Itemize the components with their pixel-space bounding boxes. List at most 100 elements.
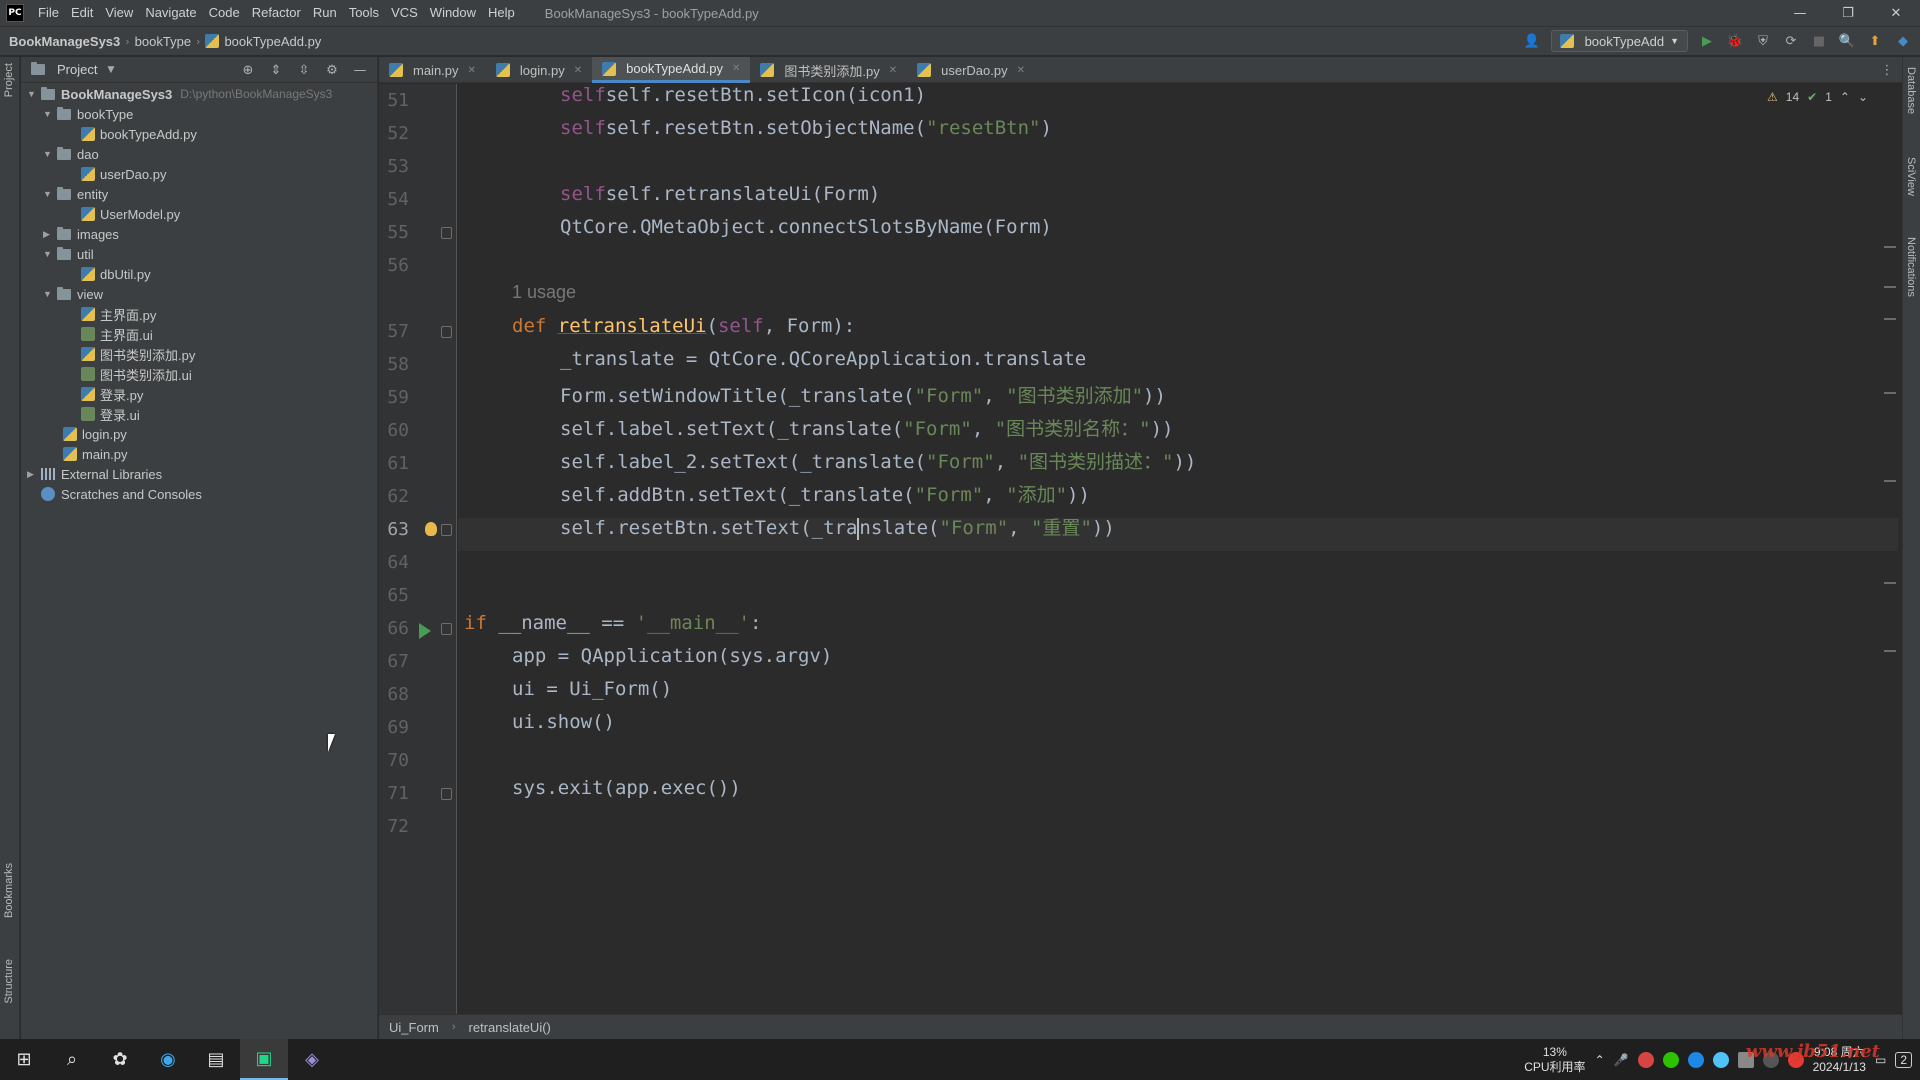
- run-configuration-selector[interactable]: bookTypeAdd ▼: [1550, 30, 1688, 52]
- tree-folder-entity[interactable]: ▼ entity: [43, 184, 108, 204]
- menu-tools[interactable]: Tools: [343, 0, 385, 26]
- tree-file-userdao[interactable]: userDao.py: [81, 164, 166, 184]
- scroll-marker[interactable]: [1884, 582, 1896, 584]
- run-icon[interactable]: ▶: [1698, 32, 1716, 50]
- chevron-down-icon[interactable]: ▼: [43, 249, 57, 259]
- menu-help[interactable]: Help: [482, 0, 521, 26]
- menu-file[interactable]: File: [32, 0, 65, 26]
- menu-code[interactable]: Code: [203, 0, 246, 26]
- bookmarks-tool-window-button[interactable]: Bookmarks: [3, 863, 15, 918]
- menu-run[interactable]: Run: [307, 0, 343, 26]
- tree-external-libraries[interactable]: ▶ External Libraries: [27, 464, 162, 484]
- edge-browser-icon[interactable]: ◉: [144, 1039, 192, 1080]
- fold-marker-icon[interactable]: [441, 788, 452, 800]
- inspection-widget[interactable]: ⚠ 14 ✔ 1 ⌃ ⌄: [1767, 90, 1868, 104]
- close-icon[interactable]: ✕: [468, 65, 476, 76]
- menu-view[interactable]: View: [99, 0, 139, 26]
- tree-file-dbutil[interactable]: dbUtil.py: [81, 264, 151, 284]
- run-gutter-icon[interactable]: [419, 623, 431, 639]
- close-icon[interactable]: ✕: [1017, 65, 1025, 76]
- notification-count[interactable]: 2: [1895, 1051, 1912, 1068]
- locate-file-icon[interactable]: ⊕: [239, 61, 257, 79]
- tree-folder-util[interactable]: ▼ util: [43, 244, 94, 264]
- usage-hint[interactable]: 1 usage: [464, 282, 576, 315]
- search-icon[interactable]: 🔍: [1838, 32, 1856, 50]
- menu-window[interactable]: Window: [424, 0, 482, 26]
- tree-file-booktype-add-ui[interactable]: 图书类别添加.ui: [81, 364, 192, 384]
- fold-marker-icon[interactable]: [441, 524, 452, 536]
- tree-file-booktypeadd[interactable]: bookTypeAdd.py: [81, 124, 197, 144]
- close-icon[interactable]: ✕: [889, 65, 897, 76]
- breadcrumb-file[interactable]: bookTypeAdd.py: [224, 34, 321, 49]
- widgets-icon[interactable]: ✿: [96, 1039, 144, 1080]
- tree-file-main[interactable]: main.py: [63, 444, 128, 464]
- notifications-tool-window-button[interactable]: Notifications: [1905, 237, 1917, 297]
- chevron-up-icon[interactable]: ⌃: [1595, 1053, 1605, 1067]
- network-icon[interactable]: [1712, 1051, 1729, 1068]
- qt-designer-icon[interactable]: ◈: [288, 1039, 336, 1080]
- menu-vcs[interactable]: VCS: [385, 0, 424, 26]
- chevron-down-icon[interactable]: ▼: [43, 109, 57, 119]
- app-tray-icon[interactable]: [1687, 1051, 1704, 1068]
- chevron-down-icon[interactable]: ▼: [43, 149, 57, 159]
- code-editor[interactable]: selfself.resetBtn.setIcon(icon1) selfsel…: [458, 84, 1898, 1014]
- tree-file-main-view-py[interactable]: 主界面.py: [81, 304, 156, 324]
- tab-userdao-py[interactable]: userDao.py ✕: [907, 57, 1035, 83]
- tab-login-py[interactable]: login.py ✕: [486, 57, 592, 83]
- menu-edit[interactable]: Edit: [65, 0, 99, 26]
- menu-navigate[interactable]: Navigate: [139, 0, 202, 26]
- app-tray-icon[interactable]: [1637, 1051, 1654, 1068]
- chevron-down-icon[interactable]: ▼: [43, 289, 57, 299]
- search-icon[interactable]: ⌕: [48, 1039, 96, 1080]
- menu-refactor[interactable]: Refactor: [246, 0, 307, 26]
- jetbrains-logo-icon[interactable]: ◆: [1894, 32, 1912, 50]
- restore-button[interactable]: ❐: [1824, 0, 1872, 26]
- tree-root[interactable]: ▼ BookManageSys3 D:\python\BookManageSys…: [27, 84, 332, 104]
- user-icon[interactable]: 👤: [1523, 32, 1541, 50]
- tree-file-login[interactable]: login.py: [63, 424, 127, 444]
- fold-marker-icon[interactable]: [441, 326, 452, 338]
- tree-scratches[interactable]: Scratches and Consoles: [41, 484, 202, 504]
- coverage-icon[interactable]: ⛨: [1754, 32, 1772, 50]
- chevron-down-icon[interactable]: ⌄: [1858, 90, 1868, 104]
- breadcrumb-class[interactable]: Ui_Form: [389, 1020, 439, 1035]
- minimize-button[interactable]: —: [1776, 0, 1824, 26]
- windows-start-icon[interactable]: ⊞: [0, 1039, 48, 1080]
- tree-folder-images[interactable]: ▶ images: [43, 224, 119, 244]
- fold-marker-icon[interactable]: [441, 623, 452, 635]
- microphone-icon[interactable]: 🎤: [1614, 1053, 1629, 1067]
- scroll-marker[interactable]: [1884, 392, 1896, 394]
- tab-booktypeadd-py[interactable]: bookTypeAdd.py ✕: [592, 57, 751, 83]
- wechat-icon[interactable]: [1662, 1051, 1679, 1068]
- chevron-right-icon[interactable]: ▶: [43, 229, 57, 240]
- chevron-up-icon[interactable]: ⌃: [1840, 90, 1850, 104]
- expand-all-icon[interactable]: ⇕: [267, 61, 285, 79]
- breadcrumb-folder[interactable]: bookType: [135, 34, 191, 49]
- breadcrumb-method[interactable]: retranslateUi(): [469, 1020, 551, 1035]
- close-window-button[interactable]: ✕: [1872, 0, 1920, 26]
- tab-booktype-add-view-py[interactable]: 图书类别添加.py ✕: [750, 57, 907, 83]
- chevron-right-icon[interactable]: ▶: [27, 469, 41, 480]
- project-tool-window-button[interactable]: Project: [3, 63, 15, 97]
- sciview-tool-window-button[interactable]: SciView: [1905, 157, 1917, 196]
- scroll-marker[interactable]: [1884, 246, 1896, 248]
- notepad-icon[interactable]: ▤: [192, 1039, 240, 1080]
- close-icon[interactable]: ✕: [574, 65, 582, 76]
- fold-marker-icon[interactable]: [441, 227, 452, 239]
- scroll-marker[interactable]: [1884, 650, 1896, 652]
- more-tabs-icon[interactable]: ⋮: [1878, 61, 1896, 79]
- tree-file-login-view-ui[interactable]: 登录.ui: [81, 404, 140, 424]
- tree-folder-view[interactable]: ▼ view: [43, 284, 103, 304]
- pycharm-logo-icon[interactable]: PC: [6, 4, 24, 22]
- structure-tool-window-button[interactable]: Structure: [3, 959, 15, 1004]
- database-tool-window-button[interactable]: Database: [1905, 67, 1917, 114]
- chevron-down-icon[interactable]: ▼: [27, 89, 41, 99]
- chevron-down-icon[interactable]: ▼: [43, 189, 57, 199]
- tree-file-booktype-add-py[interactable]: 图书类别添加.py: [81, 344, 195, 364]
- gear-icon[interactable]: ⚙: [323, 61, 341, 79]
- update-icon[interactable]: ⬆: [1866, 32, 1884, 50]
- stop-icon[interactable]: ■: [1810, 32, 1828, 50]
- breadcrumb-project[interactable]: BookManageSys3: [9, 34, 120, 49]
- profile-icon[interactable]: ⟳: [1782, 32, 1800, 50]
- collapse-all-icon[interactable]: ⇳: [295, 61, 313, 79]
